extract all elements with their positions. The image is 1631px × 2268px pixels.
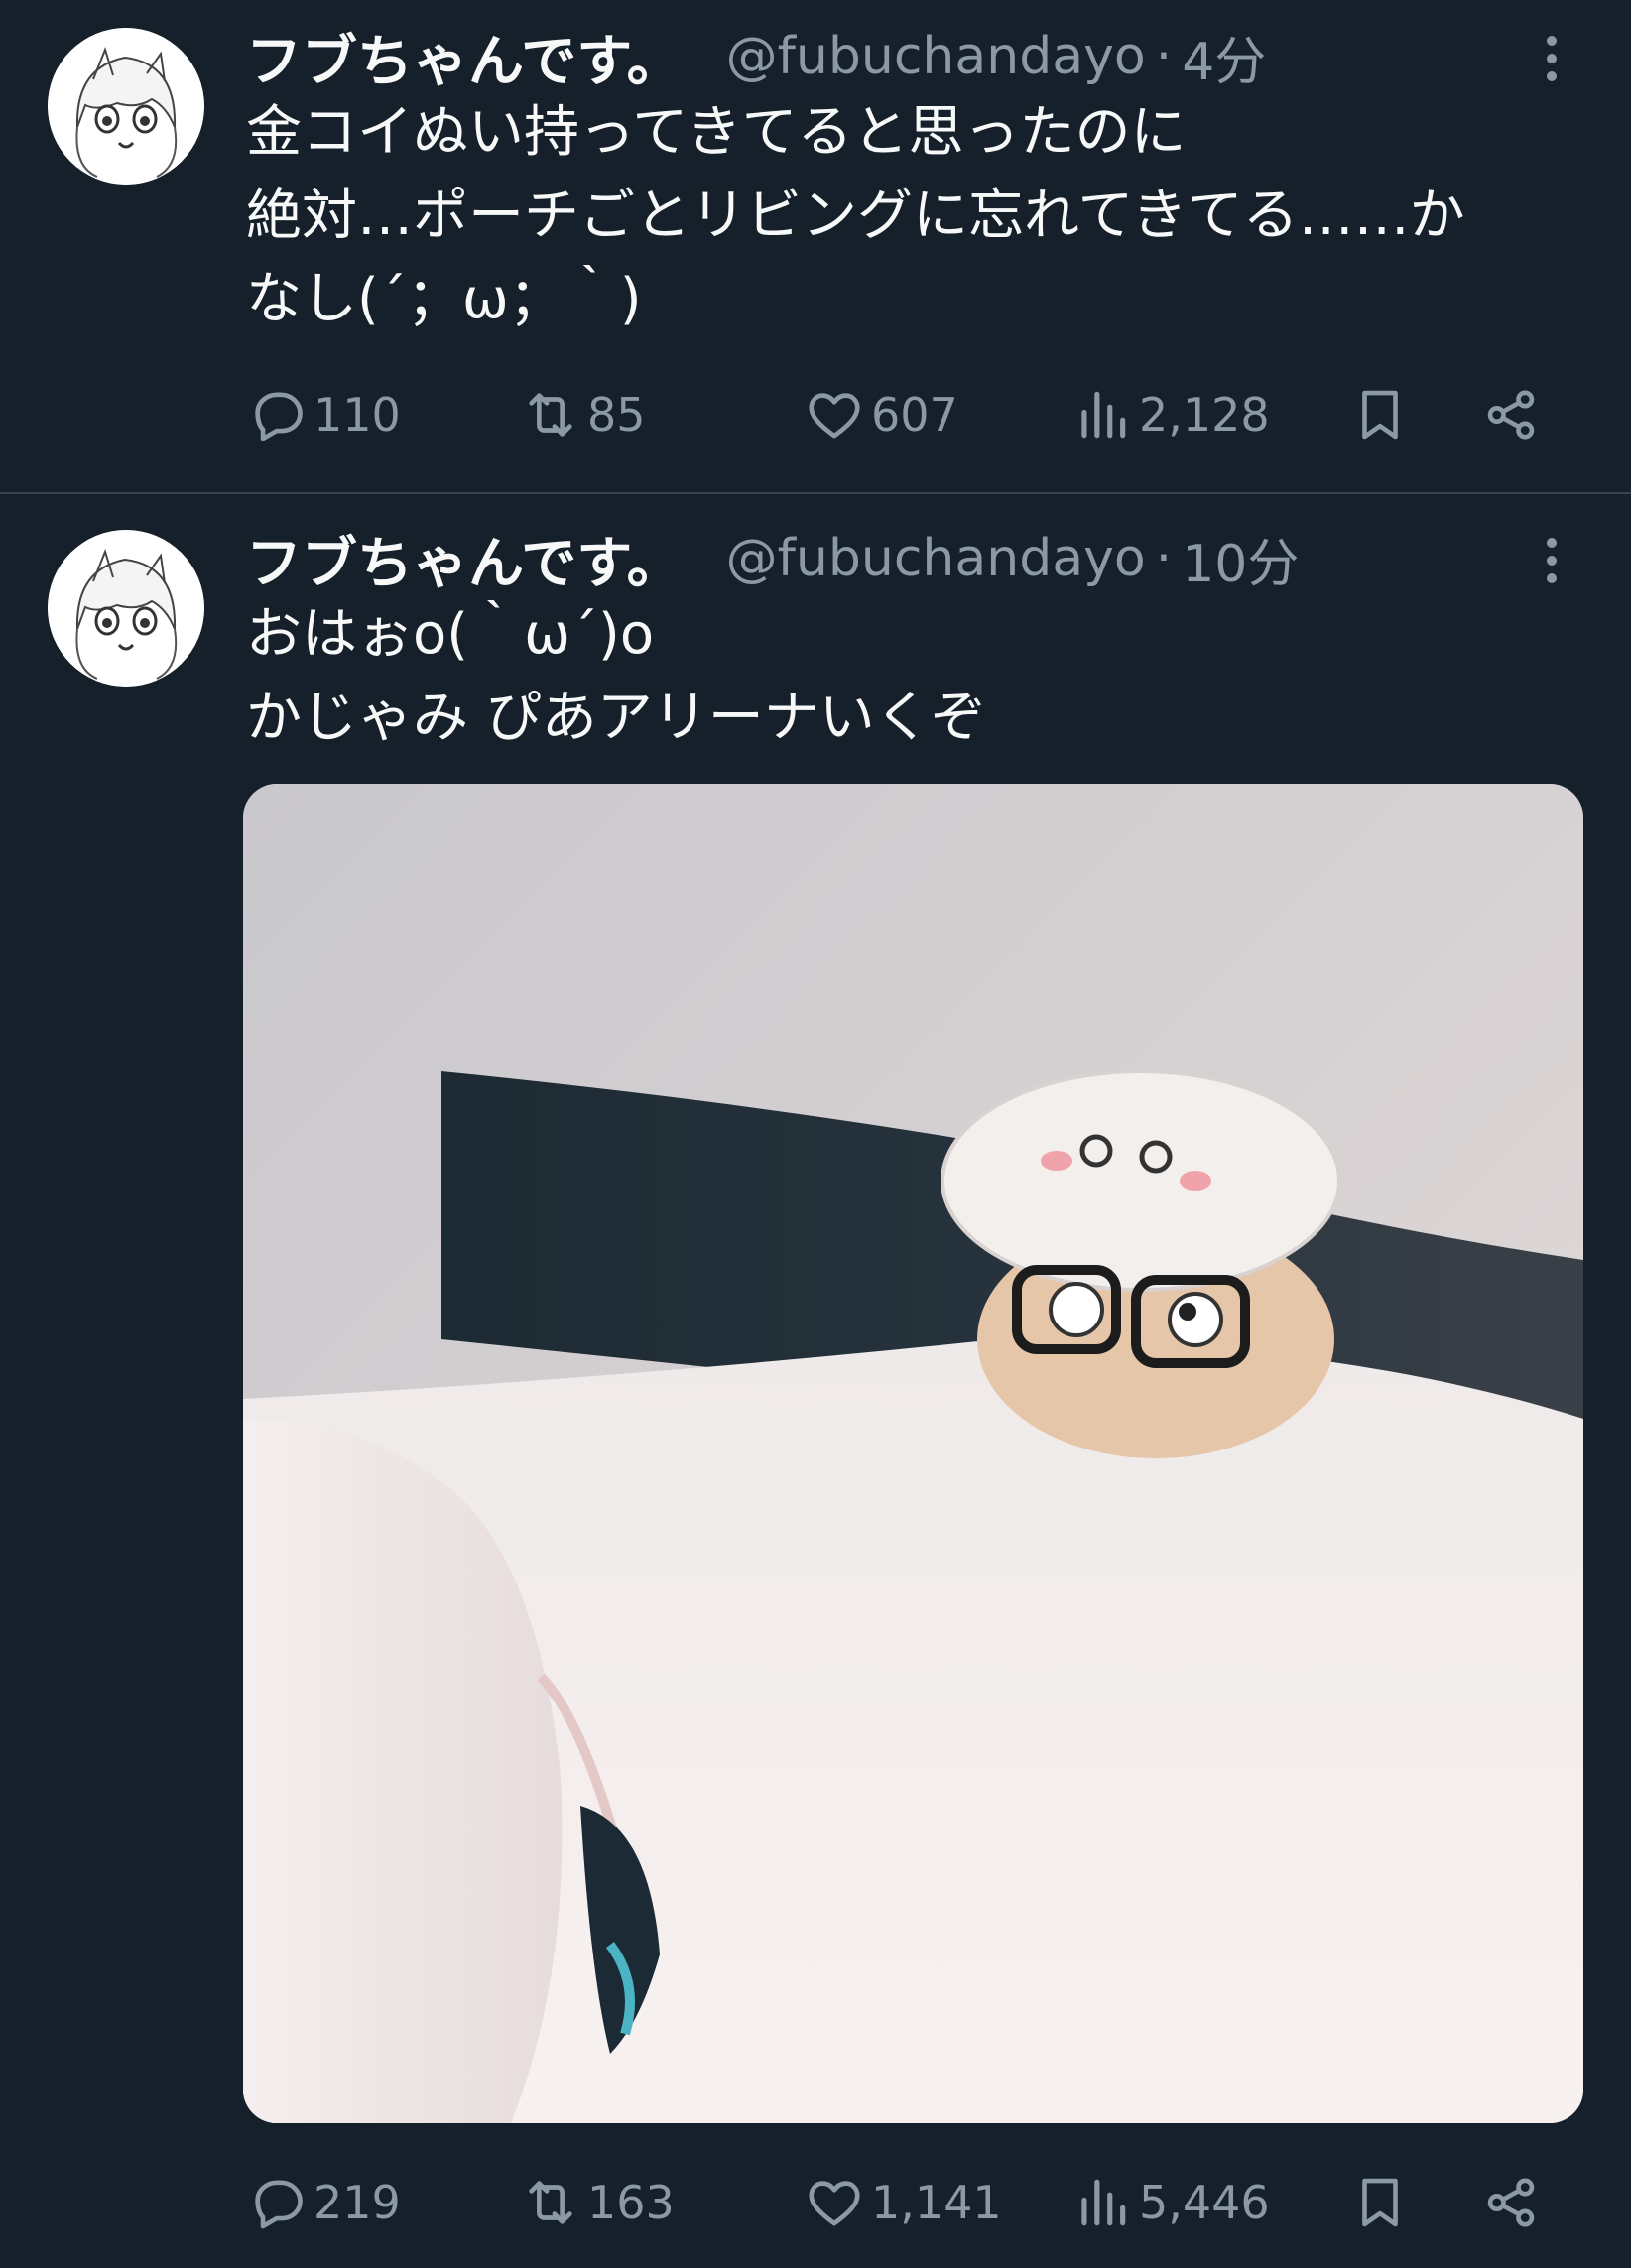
display-name[interactable]: フブちゃんです。	[246, 17, 683, 97]
action-bar: 219 163 1,141 5,446	[246, 2163, 1575, 2242]
more-icon[interactable]	[1534, 526, 1569, 595]
action-bar: 110 85 607 2,128	[246, 375, 1575, 454]
views-button[interactable]: 5,446	[1071, 2163, 1270, 2242]
bookmark-button[interactable]	[1349, 375, 1411, 454]
retweet-icon	[529, 2181, 572, 2224]
views-icon	[1081, 2179, 1126, 2226]
reply-count: 110	[314, 388, 401, 441]
avatar-image	[48, 530, 204, 687]
tweet[interactable]: フブちゃんです。 @fubuchandayo · 4分 金コイぬい持ってきてると…	[0, 0, 1631, 492]
tweet-header: フブちゃんです。 @fubuchandayo · 10分	[246, 522, 1299, 596]
retweet-icon	[529, 393, 572, 437]
retweet-count: 163	[587, 2176, 675, 2229]
tweet-text-line: かじゃみ ぴあアリーナいくぞ	[246, 686, 986, 750]
tweet-header: フブちゃんです。 @fubuchandayo · 4分	[246, 20, 1266, 94]
more-icon[interactable]	[1534, 24, 1569, 93]
views-icon	[1081, 391, 1126, 439]
tweet-text-line: 絶対…ポーチごとリビングに忘れてきてる……か	[246, 184, 1465, 248]
avatar-image	[48, 28, 204, 185]
tweet-text-line: 金コイぬい持ってきてると思ったのに	[246, 100, 1187, 165]
tweet-text: 金コイぬい持ってきてると思ったのに 絶対…ポーチごとリビングに忘れてきてる……か…	[246, 91, 1595, 341]
views-button[interactable]: 2,128	[1071, 375, 1270, 454]
reply-icon	[255, 392, 303, 441]
views-count: 2,128	[1139, 388, 1270, 441]
like-count: 1,141	[871, 2176, 1002, 2229]
timestamp[interactable]: 10分	[1182, 522, 1299, 596]
separator: ·	[1155, 27, 1173, 86]
share-button[interactable]	[1480, 2163, 1542, 2242]
tweet[interactable]: フブちゃんです。 @fubuchandayo · 10分 おはぉo(｀ω´)o …	[0, 494, 1631, 2268]
user-handle[interactable]: @fubuchandayo	[726, 529, 1146, 588]
tweet-photo[interactable]	[243, 784, 1583, 2123]
bookmark-button[interactable]	[1349, 2163, 1411, 2242]
heart-icon	[809, 2181, 860, 2226]
like-count: 607	[871, 388, 958, 441]
display-name[interactable]: フブちゃんです。	[246, 519, 683, 599]
bookmark-icon	[1362, 390, 1398, 440]
share-button[interactable]	[1480, 375, 1542, 454]
separator: ·	[1155, 529, 1173, 588]
user-handle[interactable]: @fubuchandayo	[726, 27, 1146, 86]
retweet-button[interactable]: 163	[520, 2163, 675, 2242]
reply-count: 219	[314, 2176, 401, 2229]
retweet-button[interactable]: 85	[520, 375, 646, 454]
heart-icon	[809, 393, 860, 439]
tweet-text: おはぉo(｀ω´)o かじゃみ ぴあアリーナいくぞ	[246, 593, 1595, 760]
bookmark-icon	[1362, 2178, 1398, 2227]
like-button[interactable]: 607	[804, 375, 958, 454]
share-icon	[1487, 2178, 1535, 2227]
reply-icon	[255, 2180, 303, 2229]
reply-button[interactable]: 110	[246, 375, 401, 454]
photo-image	[243, 784, 1583, 2123]
timestamp[interactable]: 4分	[1182, 20, 1266, 94]
views-count: 5,446	[1139, 2176, 1270, 2229]
like-button[interactable]: 1,141	[804, 2163, 1002, 2242]
tweet-text-line: おはぉo(｀ω´)o	[246, 602, 655, 667]
avatar[interactable]	[48, 530, 204, 687]
avatar[interactable]	[48, 28, 204, 185]
reply-button[interactable]: 219	[246, 2163, 401, 2242]
tweet-text-line: なし(´；ω；｀)	[246, 267, 642, 331]
retweet-count: 85	[587, 388, 646, 441]
share-icon	[1487, 390, 1535, 440]
